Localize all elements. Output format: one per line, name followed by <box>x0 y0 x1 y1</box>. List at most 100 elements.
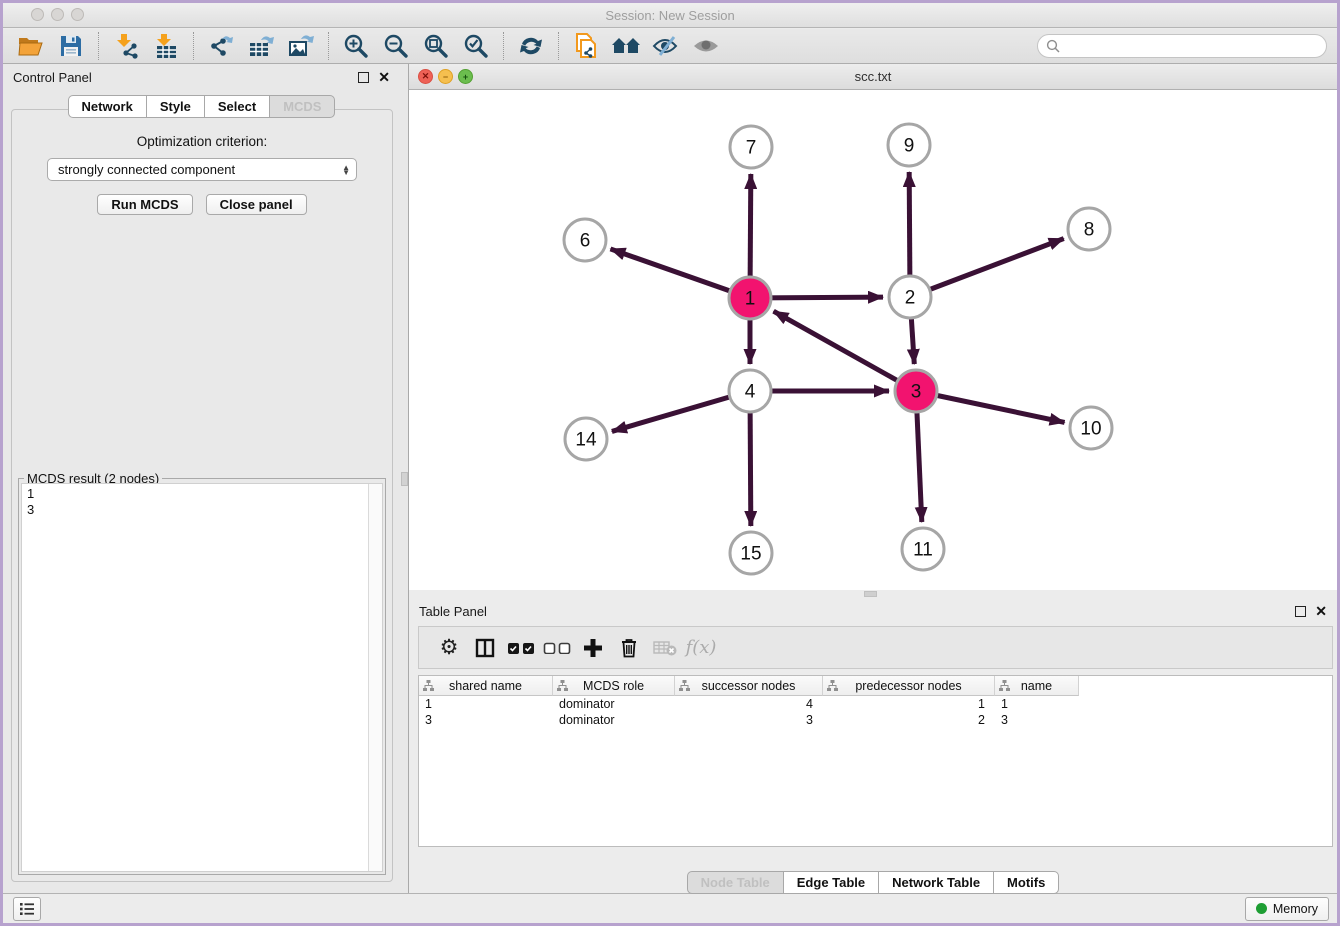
criterion-dropdown[interactable]: strongly connected component ▲▼ <box>47 158 357 181</box>
float-panel-icon[interactable] <box>358 72 369 83</box>
vertical-splitter[interactable] <box>400 64 409 893</box>
table-cell: 3 <box>675 712 823 728</box>
graph-node-14[interactable]: 14 <box>565 418 607 460</box>
svg-text:9: 9 <box>904 136 915 157</box>
table-toolbar: ⚙ <box>418 626 1333 669</box>
export-image-icon[interactable] <box>284 31 318 61</box>
tab-network-table[interactable]: Network Table <box>878 871 994 894</box>
graph-node-6[interactable]: 6 <box>564 219 606 261</box>
node-table: shared nameMCDS rolesuccessor nodesprede… <box>418 675 1333 847</box>
maximize-window-icon[interactable] <box>71 8 84 21</box>
table-row[interactable]: 1dominator411 <box>419 696 1332 712</box>
zoom-selected-icon[interactable] <box>459 31 493 61</box>
graph-node-7[interactable]: 7 <box>730 126 772 168</box>
create-column-icon[interactable] <box>575 631 611 665</box>
column-header-predecessor-nodes[interactable]: predecessor nodes <box>823 676 995 696</box>
export-network-icon[interactable] <box>204 31 238 61</box>
close-panel-button[interactable]: Close panel <box>206 194 307 215</box>
export-table-icon[interactable] <box>244 31 278 61</box>
zoom-out-icon[interactable] <box>379 31 413 61</box>
graph[interactable]: 1 2 3 4 6 7 8 9 10 11 14 15 <box>409 90 1337 590</box>
show-all-icon[interactable] <box>689 31 723 61</box>
refresh-view-icon[interactable] <box>514 31 548 61</box>
maximize-view-icon[interactable]: + <box>458 69 473 84</box>
tab-select[interactable]: Select <box>204 95 270 118</box>
network-canvas[interactable]: 1 2 3 4 6 7 8 9 10 11 14 15 <box>409 90 1337 590</box>
copy-style-icon[interactable] <box>569 31 603 61</box>
delete-columns-icon[interactable] <box>611 631 647 665</box>
graph-node-11[interactable]: 11 <box>902 528 944 570</box>
float-table-panel-icon[interactable] <box>1295 606 1306 617</box>
graph-edge-2-8[interactable] <box>910 239 1064 297</box>
hide-selected-icon[interactable] <box>649 31 683 61</box>
tab-node-table[interactable]: Node Table <box>687 871 784 894</box>
svg-text:3: 3 <box>911 382 922 403</box>
table-body: 1dominator4113dominator323 <box>419 696 1332 728</box>
horizontal-splitter-handle[interactable] <box>864 591 877 597</box>
graph-node-2[interactable]: 2 <box>889 276 931 318</box>
column-header-name[interactable]: name <box>995 676 1079 696</box>
import-network-icon[interactable] <box>109 31 143 61</box>
table-row[interactable]: 3dominator323 <box>419 712 1332 728</box>
column-header-MCDS-role[interactable]: MCDS role <box>553 676 675 696</box>
search-input[interactable] <box>1037 34 1327 58</box>
graph-edge-3-10[interactable] <box>916 391 1065 422</box>
memory-status-icon <box>1256 903 1267 914</box>
window-title: Session: New Session <box>3 8 1337 23</box>
vertical-splitter-handle[interactable] <box>401 472 408 486</box>
close-table-panel-icon[interactable]: ✕ <box>1315 606 1327 617</box>
search-icon <box>1046 39 1060 53</box>
table-panel: Table Panel ✕ ⚙ <box>409 598 1337 890</box>
graph-node-3[interactable]: 3 <box>895 370 937 412</box>
minimize-window-icon[interactable] <box>51 8 64 21</box>
open-file-icon[interactable] <box>14 31 48 61</box>
table-tabs: Node TableEdge TableNetwork TableMotifs <box>409 871 1337 894</box>
mcds-result-text[interactable]: 1 3 <box>22 484 368 871</box>
select-all-columns-icon[interactable] <box>503 631 539 665</box>
table-cell: 1 <box>823 696 995 712</box>
column-header-shared-name[interactable]: shared name <box>419 676 553 696</box>
tab-edge-table[interactable]: Edge Table <box>783 871 879 894</box>
minimize-view-icon[interactable]: − <box>438 69 453 84</box>
save-session-icon[interactable] <box>54 31 88 61</box>
list-icon <box>19 902 35 916</box>
graph-node-15[interactable]: 15 <box>730 532 772 574</box>
svg-text:6: 6 <box>580 231 591 252</box>
graph-node-10[interactable]: 10 <box>1070 407 1112 449</box>
delete-table-icon[interactable] <box>647 631 683 665</box>
table-panel-title: Table Panel <box>419 604 487 619</box>
toolbar-separator <box>193 32 194 60</box>
tab-network[interactable]: Network <box>68 95 147 118</box>
run-mcds-button[interactable]: Run MCDS <box>97 194 192 215</box>
close-panel-icon[interactable]: ✕ <box>378 72 390 83</box>
function-builder-icon[interactable]: f(x) <box>683 631 719 665</box>
criterion-value: strongly connected component <box>58 162 235 177</box>
horizontal-splitter[interactable] <box>409 590 1337 598</box>
unselect-all-columns-icon[interactable] <box>539 631 575 665</box>
graph-edge-3-1[interactable] <box>774 311 916 391</box>
table-cell: 1 <box>419 696 553 712</box>
graph-node-9[interactable]: 9 <box>888 124 930 166</box>
zoom-in-icon[interactable] <box>339 31 373 61</box>
toolbar-separator <box>558 32 559 60</box>
close-view-icon[interactable]: ✕ <box>418 69 433 84</box>
import-table-icon[interactable] <box>149 31 183 61</box>
table-options-icon[interactable]: ⚙ <box>431 631 467 665</box>
zoom-fit-icon[interactable] <box>419 31 453 61</box>
memory-button[interactable]: Memory <box>1245 897 1329 921</box>
show-panels-button[interactable] <box>13 897 41 921</box>
result-scrollbar[interactable] <box>368 484 382 871</box>
tab-motifs[interactable]: Motifs <box>993 871 1059 894</box>
control-panel-title: Control Panel <box>13 70 92 85</box>
tab-style[interactable]: Style <box>146 95 205 118</box>
close-window-icon[interactable] <box>31 8 44 21</box>
graph-node-8[interactable]: 8 <box>1068 208 1110 250</box>
tab-mcds[interactable]: MCDS <box>269 95 335 118</box>
memory-label: Memory <box>1273 902 1318 916</box>
graph-node-1[interactable]: 1 <box>729 277 771 319</box>
home-networks-icon[interactable] <box>609 31 643 61</box>
show-columns-icon[interactable] <box>467 631 503 665</box>
column-header-successor-nodes[interactable]: successor nodes <box>675 676 823 696</box>
toolbar-separator <box>98 32 99 60</box>
graph-node-4[interactable]: 4 <box>729 370 771 412</box>
